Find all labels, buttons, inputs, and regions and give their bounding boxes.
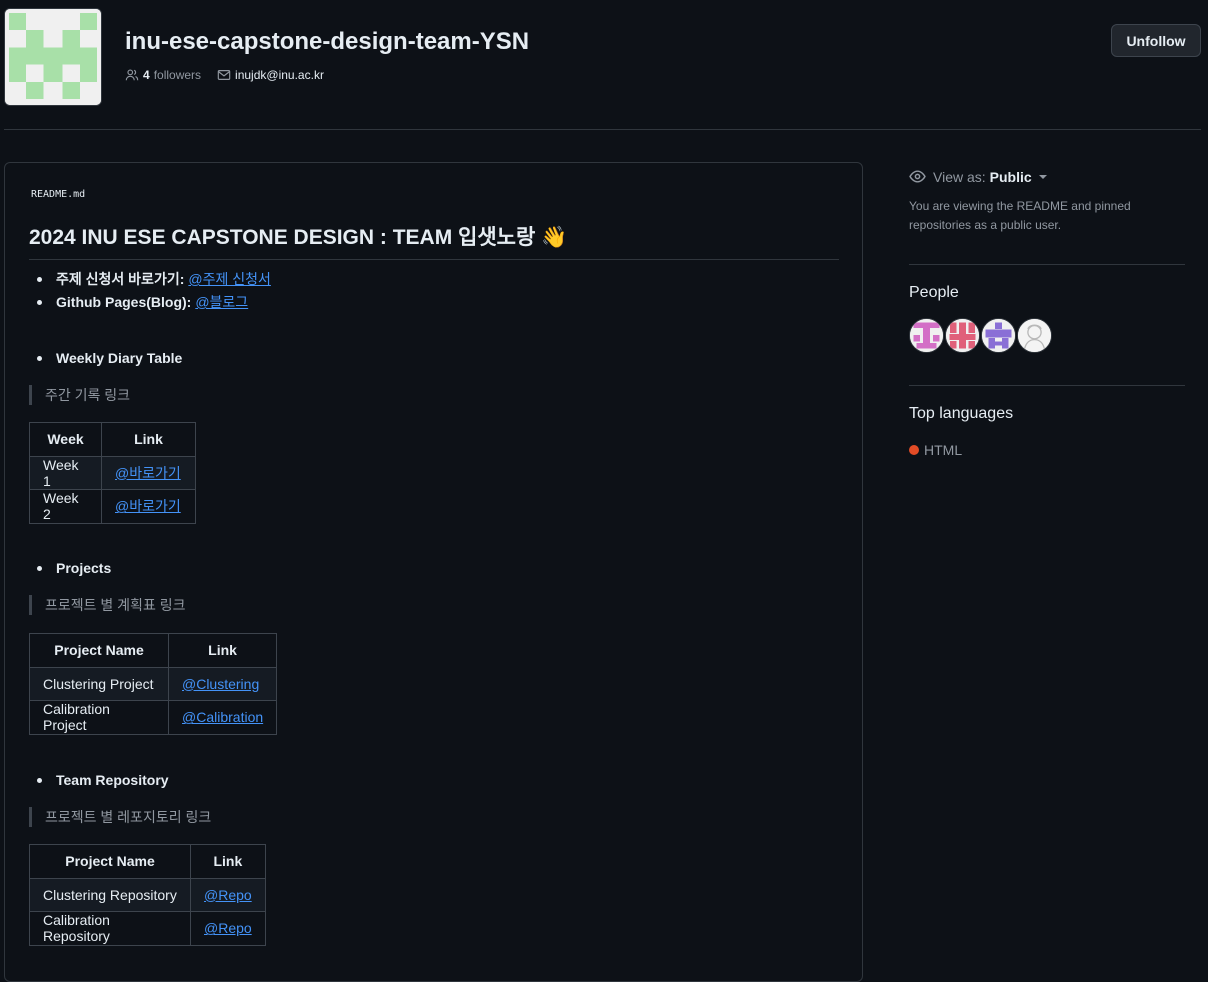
sidebar-divider: [909, 385, 1185, 386]
topic-link[interactable]: @주제 신청서: [188, 269, 271, 289]
list-item-topic: 주제 신청서 바로가기: @주제 신청서: [37, 269, 271, 289]
week-link[interactable]: @바로가기: [115, 465, 181, 481]
week-link[interactable]: @바로가기: [115, 498, 181, 514]
followers-label: followers: [153, 68, 202, 82]
table-header: Project Name: [29, 844, 191, 879]
table-row: Week 2 @바로가기: [29, 489, 196, 524]
projects-heading: Projects: [56, 560, 112, 576]
table-cell: @Calibration: [167, 700, 278, 735]
list-item-repos: Team Repository: [37, 772, 169, 788]
member-avatar[interactable]: [981, 318, 1016, 353]
table-header-row: Week Link: [29, 422, 196, 457]
table-header: Project Name: [29, 633, 169, 668]
diary-heading: Weekly Diary Table: [56, 350, 183, 366]
table-header-row: Project Name Link: [29, 633, 278, 668]
org-meta: 4 followers inujdk@inu.ac.kr: [125, 68, 340, 82]
caret-down-icon: [1038, 174, 1047, 179]
table-cell: @Clustering: [167, 666, 278, 701]
table-cell: Calibration Project: [29, 700, 169, 735]
project-link[interactable]: @Calibration: [182, 709, 263, 725]
diary-table: Week Link Week 1 @바로가기 Week 2 @바로가기: [29, 422, 196, 524]
repos-table: Project Name Link Clustering Repository …: [29, 844, 266, 946]
repo-link[interactable]: @Repo: [204, 887, 252, 903]
org-name: inu-ese-capstone-design-team-YSN: [125, 28, 530, 55]
sidebar-divider: [909, 264, 1185, 265]
followers-link[interactable]: 4 followers: [125, 68, 201, 82]
table-cell: Clustering Project: [29, 666, 169, 701]
pages-link[interactable]: @블로그: [195, 292, 248, 312]
org-email: inujdk@inu.ac.kr: [235, 68, 324, 82]
table-cell: @바로가기: [101, 489, 196, 524]
org-header: inu-ese-capstone-design-team-YSN 4 follo…: [0, 0, 1208, 130]
repos-heading: Team Repository: [56, 772, 169, 788]
table-cell: Week 1: [29, 455, 102, 490]
list-item-projects: Projects: [37, 560, 111, 576]
people-heading[interactable]: People: [909, 284, 959, 302]
email-link[interactable]: inujdk@inu.ac.kr: [217, 68, 324, 82]
table-row: Week 1 @바로가기: [29, 455, 196, 490]
table-row: Clustering Repository @Repo: [29, 877, 266, 912]
repos-quote: 프로젝트 별 레포지토리 링크: [29, 807, 211, 827]
member-avatar[interactable]: [945, 318, 980, 353]
view-as-note: You are viewing the README and pinned re…: [909, 199, 1131, 232]
table-cell: Clustering Repository: [29, 877, 191, 912]
readme-card: README.md 2024 INU ESE CAPSTONE DESIGN :…: [4, 162, 863, 982]
table-header: Link: [190, 844, 266, 879]
table-row: Calibration Project @Calibration: [29, 700, 278, 735]
mail-icon: [217, 70, 231, 80]
language-name: HTML: [924, 442, 963, 458]
list-item-pages: Github Pages(Blog): @블로그: [37, 292, 248, 312]
table-cell: @Repo: [190, 911, 266, 946]
org-avatar[interactable]: [4, 8, 102, 106]
people-list: [909, 318, 1053, 353]
pages-label: Github Pages(Blog):: [56, 294, 192, 310]
people-icon: [125, 69, 139, 81]
table-header: Link: [167, 633, 278, 668]
table-cell: @Repo: [190, 877, 266, 912]
readme-title: 2024 INU ESE CAPSTONE DESIGN : TEAM 입샛노랑…: [29, 221, 839, 260]
topic-label: 주제 신청서 바로가기:: [56, 271, 185, 287]
table-cell: @바로가기: [101, 455, 196, 490]
table-cell: Week 2: [29, 489, 102, 524]
table-header-row: Project Name Link: [29, 844, 266, 879]
member-avatar[interactable]: [909, 318, 944, 353]
view-as-label: View as:: [933, 168, 986, 185]
table-row: Calibration Repository @Repo: [29, 911, 266, 946]
view-as-value: Public: [989, 168, 1032, 185]
diary-quote: 주간 기록 링크: [29, 385, 130, 405]
repo-link[interactable]: @Repo: [204, 920, 252, 936]
table-header: Link: [101, 422, 196, 457]
table-cell: Calibration Repository: [29, 911, 191, 946]
table-row: Clustering Project @Clustering: [29, 666, 278, 701]
projects-quote: 프로젝트 별 계획표 링크: [29, 595, 185, 615]
header-divider: [4, 129, 1201, 130]
languages-heading: Top languages: [909, 405, 1014, 422]
table-header: Week: [29, 422, 102, 457]
readme-filename[interactable]: README.md: [31, 189, 85, 200]
language-item: HTML: [909, 442, 962, 458]
list-item-diary: Weekly Diary Table: [37, 350, 182, 366]
followers-count: 4: [143, 68, 150, 82]
project-link[interactable]: @Clustering: [182, 676, 259, 692]
eye-icon: [909, 170, 926, 183]
view-as-dropdown[interactable]: View as: Public: [909, 168, 1047, 185]
projects-table: Project Name Link Clustering Project @Cl…: [29, 633, 278, 735]
unfollow-button[interactable]: Unfollow: [1111, 24, 1201, 57]
language-color-dot: [909, 445, 919, 455]
member-avatar[interactable]: [1017, 318, 1052, 353]
